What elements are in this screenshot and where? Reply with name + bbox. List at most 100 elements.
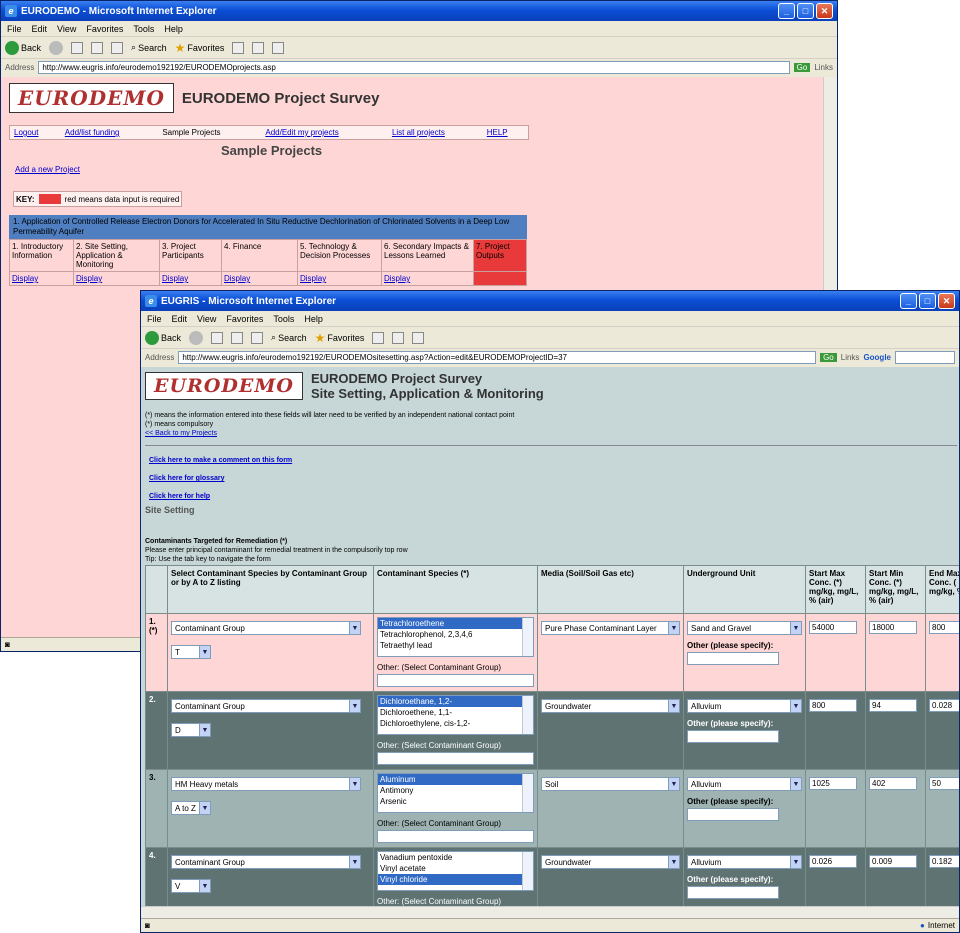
other-unit-input[interactable]	[687, 886, 779, 899]
menu-file[interactable]: File	[147, 314, 162, 324]
listbox-scrollbar[interactable]	[522, 774, 533, 812]
display-link-4[interactable]: Display	[224, 274, 250, 283]
horizontal-scrollbar[interactable]	[141, 906, 959, 918]
media-select[interactable]: Groundwater ▼	[541, 699, 680, 713]
favorites-button[interactable]: ★ Favorites	[315, 331, 365, 345]
menu-tools[interactable]: Tools	[273, 314, 294, 324]
group-select[interactable]: Contaminant Group ▼	[171, 621, 361, 635]
menu-favorites[interactable]: Favorites	[86, 24, 123, 34]
start-max-input[interactable]: 800	[809, 699, 857, 712]
media-select[interactable]: Soil ▼	[541, 777, 680, 791]
menu-help[interactable]: Help	[164, 24, 183, 34]
title-bar[interactable]: e EURODEMO - Microsoft Internet Explorer…	[1, 1, 837, 21]
go-button[interactable]: Go	[793, 62, 811, 72]
back-button[interactable]: Back	[5, 40, 41, 55]
display-link-6[interactable]: Display	[384, 274, 410, 283]
start-max-input[interactable]: 0.026	[809, 855, 857, 868]
menu-tools[interactable]: Tools	[133, 24, 154, 34]
mail-icon[interactable]	[392, 331, 405, 344]
nav-help[interactable]: HELP	[487, 128, 508, 137]
title-bar[interactable]: e EUGRIS - Microsoft Internet Explorer _…	[141, 291, 959, 311]
minimize-button[interactable]: _	[900, 293, 917, 309]
help-link[interactable]: Click here for help	[145, 488, 957, 506]
display-link-5[interactable]: Display	[300, 274, 326, 283]
menu-file[interactable]: File	[7, 24, 22, 34]
letter-select[interactable]: D ▼	[171, 723, 211, 737]
species-option[interactable]: Tetraethyl lead	[378, 640, 533, 651]
end-max-input[interactable]: 0.182	[929, 855, 959, 868]
comment-link[interactable]: Click here to make a comment on this for…	[145, 452, 957, 470]
history-icon[interactable]	[232, 41, 245, 54]
menu-edit[interactable]: Edit	[32, 24, 48, 34]
start-min-input[interactable]: 0.009	[869, 855, 917, 868]
links-label[interactable]: Links	[814, 63, 833, 72]
close-button[interactable]: ✕	[816, 3, 833, 19]
google-toolbar[interactable]: Google	[863, 353, 891, 362]
species-option[interactable]: Vanadium pentoxide	[378, 852, 533, 863]
google-search-input[interactable]	[895, 350, 955, 364]
start-min-input[interactable]: 94	[869, 699, 917, 712]
unit-select[interactable]: Alluvium ▼	[687, 699, 802, 713]
letter-select[interactable]: T ▼	[171, 645, 211, 659]
species-option[interactable]: Antimony	[378, 785, 533, 796]
unit-select[interactable]: Sand and Gravel ▼	[687, 621, 802, 635]
species-option[interactable]: Vinyl acetate	[378, 863, 533, 874]
other-species-input[interactable]	[377, 752, 534, 765]
media-select[interactable]: Pure Phase Contaminant Layer ▼	[541, 621, 680, 635]
other-unit-input[interactable]	[687, 808, 779, 821]
other-species-input[interactable]	[377, 674, 534, 687]
other-unit-input[interactable]	[687, 730, 779, 743]
end-max-input[interactable]: 0.028	[929, 699, 959, 712]
mail-icon[interactable]	[252, 41, 265, 54]
species-option[interactable]: Dichloroethylene, cis-1,2-	[378, 718, 533, 729]
minimize-button[interactable]: _	[778, 3, 795, 19]
maximize-button[interactable]: □	[919, 293, 936, 309]
listbox-scrollbar[interactable]	[522, 696, 533, 734]
species-listbox[interactable]: Tetrachloroethene Tetrachlorophenol, 2,3…	[377, 617, 534, 657]
favorites-button[interactable]: ★ Favorites	[175, 41, 225, 55]
glossary-link[interactable]: Click here for glossary	[145, 470, 957, 488]
nav-logout[interactable]: Logout	[14, 128, 38, 137]
address-input[interactable]: http://www.eugris.info/eurodemo192192/EU…	[38, 60, 790, 74]
add-project-link[interactable]: Add a new Project	[15, 165, 80, 174]
other-unit-input[interactable]	[687, 652, 779, 665]
media-select[interactable]: Groundwater ▼	[541, 855, 680, 869]
stop-icon[interactable]	[71, 41, 84, 54]
other-species-input[interactable]	[377, 830, 534, 843]
species-option[interactable]: Tetrachloroethene	[378, 618, 533, 629]
unit-select[interactable]: Alluvium ▼	[687, 855, 802, 869]
species-option[interactable]: Aluminum	[378, 774, 533, 785]
species-option[interactable]: Tetrachlorophenol, 2,3,4,6	[378, 629, 533, 640]
home-icon[interactable]	[111, 41, 124, 54]
search-button[interactable]: ⌕ Search	[131, 42, 167, 53]
close-button[interactable]: ✕	[938, 293, 955, 309]
search-button[interactable]: ⌕ Search	[271, 332, 307, 343]
refresh-icon[interactable]	[91, 41, 104, 54]
unit-select[interactable]: Alluvium ▼	[687, 777, 802, 791]
print-icon[interactable]	[272, 41, 285, 54]
menu-help[interactable]: Help	[304, 314, 323, 324]
display-link-1[interactable]: Display	[12, 274, 38, 283]
stop-icon[interactable]	[211, 331, 224, 344]
species-option[interactable]: Vinyl chloride	[378, 874, 533, 885]
forward-button[interactable]	[49, 40, 64, 55]
nav-list-projects[interactable]: List all projects	[392, 128, 445, 137]
species-option[interactable]: Dichloroethane, 1,2-	[378, 696, 533, 707]
display-link-3[interactable]: Display	[162, 274, 188, 283]
maximize-button[interactable]: □	[797, 3, 814, 19]
refresh-icon[interactable]	[231, 331, 244, 344]
display-link-2[interactable]: Display	[76, 274, 102, 283]
group-select[interactable]: HM Heavy metals ▼	[171, 777, 361, 791]
group-select[interactable]: Contaminant Group ▼	[171, 855, 361, 869]
back-button[interactable]: Back	[145, 330, 181, 345]
end-max-input[interactable]: 800	[929, 621, 959, 634]
species-option[interactable]: Arsenic	[378, 796, 533, 807]
menu-favorites[interactable]: Favorites	[226, 314, 263, 324]
go-button[interactable]: Go	[820, 352, 837, 362]
forward-button[interactable]	[189, 330, 204, 345]
start-max-input[interactable]: 54000	[809, 621, 857, 634]
print-icon[interactable]	[412, 331, 425, 344]
menu-view[interactable]: View	[57, 24, 76, 34]
menu-edit[interactable]: Edit	[172, 314, 188, 324]
species-listbox[interactable]: Vanadium pentoxide Vinyl acetate Vinyl c…	[377, 851, 534, 891]
